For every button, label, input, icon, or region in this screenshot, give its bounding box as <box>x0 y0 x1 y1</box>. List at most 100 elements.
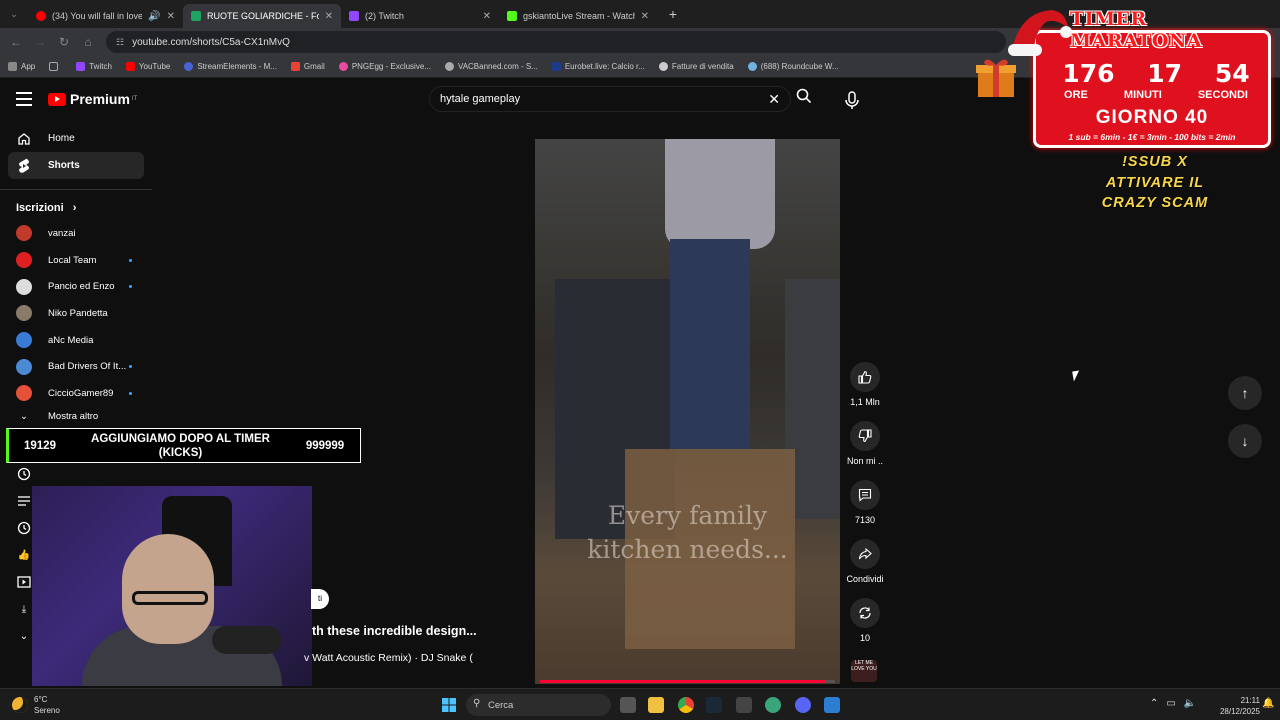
subscription-item[interactable]: Niko Pandetta <box>0 300 152 327</box>
file-explorer-icon[interactable] <box>648 697 664 713</box>
sound-thumbnail[interactable]: LET ME LOVE YOU <box>851 660 877 682</box>
bookmark-item[interactable] <box>49 62 62 71</box>
sidebar-item-history[interactable] <box>0 461 152 488</box>
notification-bell-icon[interactable]: 🔔 <box>1262 698 1274 709</box>
sidebar-item-shorts[interactable]: Shorts <box>8 152 144 179</box>
subscription-item[interactable]: aNc Media <box>0 327 152 354</box>
bookmark-item[interactable]: PNGEgg - Exclusive... <box>338 62 431 71</box>
share-icon <box>850 539 880 569</box>
clear-search-icon[interactable]: ✕ <box>768 91 780 108</box>
bookmark-item[interactable]: App <box>8 62 35 71</box>
bookmark-item[interactable]: StreamElements - M... <box>184 62 277 71</box>
subscription-item[interactable]: Pancio ed Enzo <box>0 273 152 300</box>
share-button[interactable]: Condividi <box>840 539 890 598</box>
scam-line: !SSUB X <box>1122 154 1188 170</box>
steam-icon[interactable] <box>706 697 722 713</box>
bookmark-item[interactable]: Fatture di vendita <box>658 62 734 71</box>
browser-tab[interactable]: (2) Twitch ✕ <box>341 4 499 28</box>
previous-short-button[interactable]: ↑ <box>1228 376 1262 410</box>
apps-grid-icon <box>8 62 17 71</box>
tab-list-chevron-icon[interactable]: ⌄ <box>0 9 28 20</box>
show-more-button[interactable]: ⌄ Mostra altro <box>0 407 152 427</box>
short-music-info[interactable]: v Watt Acoustic Remix) · DJ Snake ( <box>304 652 473 664</box>
kicks-goal: 999999 <box>305 439 345 452</box>
calculator-icon[interactable] <box>824 697 840 713</box>
discord-icon[interactable] <box>795 697 811 713</box>
bookmark-label: Eurobet.live: Calcio r... <box>564 62 645 71</box>
short-title[interactable]: th these incredible design... <box>312 624 477 638</box>
browser-tab[interactable]: gskiantoLive Stream - Watch Li ✕ <box>499 4 657 28</box>
taskbar-search[interactable]: ⚲ Cerca <box>466 694 611 716</box>
network-icon[interactable]: ▭ <box>1166 698 1175 709</box>
new-tab-plus-icon[interactable]: + <box>663 4 683 24</box>
tab-close-icon[interactable]: ✕ <box>635 11 649 22</box>
scam-line: CRAZY SCAM <box>1101 195 1209 211</box>
chevron-right-icon: › <box>72 202 77 214</box>
bookmark-item[interactable]: VACBanned.com - S... <box>444 62 538 71</box>
bookmark-item[interactable]: YouTube <box>125 62 170 71</box>
bookmark-item[interactable]: Eurobet.live: Calcio r... <box>551 62 645 71</box>
windows-start-icon[interactable] <box>441 697 457 713</box>
youtube-premium-logo[interactable]: Premium IT <box>48 91 137 107</box>
reload-icon[interactable]: ↻ <box>52 35 76 49</box>
channel-name: Bad Drivers Of It... <box>48 361 127 373</box>
bookmark-item[interactable]: Gmail <box>290 62 325 71</box>
timer-seconds: 54 <box>1214 59 1250 88</box>
system-clock[interactable]: 21:11 28/12/2025 <box>1200 695 1260 717</box>
share-label: Condividi <box>846 574 884 584</box>
forward-arrow-icon[interactable]: → <box>28 35 52 49</box>
like-button[interactable]: 1,1 Mln <box>840 362 890 421</box>
weather-widget[interactable]: 6°C Sereno <box>12 694 60 716</box>
subscription-item[interactable]: CiccioGamer89 <box>0 380 152 407</box>
search-button[interactable] <box>796 88 812 108</box>
app-icon[interactable] <box>765 697 781 713</box>
next-short-button[interactable]: ↓ <box>1228 424 1262 458</box>
sidebar-item-label: Shorts <box>48 160 80 171</box>
voice-search-button[interactable] <box>840 88 864 112</box>
microphone-icon <box>845 91 859 109</box>
eurobet-icon <box>551 62 561 71</box>
app-icon[interactable] <box>736 697 752 713</box>
tab-close-icon[interactable]: ✕ <box>477 11 491 22</box>
chevron-down-icon: ⌄ <box>20 411 28 423</box>
video-frame-shirt <box>665 139 775 249</box>
short-video-player[interactable]: Every family kitchen needs... <box>535 139 840 684</box>
subscriptions-heading[interactable]: Iscrizioni › <box>0 202 152 214</box>
subscribe-pill-fragment[interactable]: ti <box>311 589 329 609</box>
site-info-icon[interactable]: ☷ <box>116 37 124 48</box>
search-icon <box>796 88 812 104</box>
tab-audio-icon[interactable]: 🔊 <box>142 11 160 22</box>
home-page-icon[interactable]: ⌂ <box>76 35 100 49</box>
bookmark-item[interactable]: Twitch <box>76 62 112 71</box>
url-text: youtube.com/shorts/C5a-CX1nMvQ <box>132 36 290 48</box>
task-view-icon[interactable] <box>620 697 636 713</box>
subscription-item[interactable]: Bad Drivers Of It... <box>0 353 152 380</box>
sidebar-item-home[interactable]: Home <box>0 125 152 152</box>
browser-tab-active[interactable]: RUOTE GOLIARDICHE - Fogli G ✕ <box>183 4 341 28</box>
youtube-favicon-icon <box>36 11 46 21</box>
dislike-button[interactable]: Non mi .. <box>840 421 890 480</box>
search-input[interactable]: hytale gameplay ✕ <box>429 86 791 112</box>
volume-icon[interactable]: 🔈 <box>1184 698 1196 709</box>
back-arrow-icon[interactable]: ← <box>4 35 28 49</box>
subscription-item[interactable]: Local Team <box>0 247 152 274</box>
remix-button[interactable]: 10 <box>840 598 890 657</box>
tab-close-icon[interactable]: ✕ <box>161 11 175 22</box>
tab-title: gskiantoLive Stream - Watch Li <box>523 11 635 21</box>
subscription-item[interactable]: vanzai <box>0 220 152 247</box>
chrome-icon[interactable] <box>678 697 694 713</box>
channel-avatar <box>16 358 32 375</box>
comments-button[interactable]: 7130 <box>840 480 890 539</box>
address-bar[interactable]: ☷ youtube.com/shorts/C5a-CX1nMvQ <box>106 31 1006 53</box>
tab-title: (2) Twitch <box>365 11 404 21</box>
bookmark-item[interactable]: (688) Roundcube W... <box>747 62 839 71</box>
tab-close-icon[interactable]: ✕ <box>319 11 333 22</box>
video-progress-bar[interactable] <box>540 680 835 683</box>
youtube-icon <box>125 62 135 71</box>
browser-tab[interactable]: (34) You will fall in love wit 🔊 ✕ <box>28 4 183 28</box>
history-icon <box>16 466 32 482</box>
kicks-goal-bar: 19129 AGGIUNGIAMO DOPO AL TIMER (KICKS) … <box>6 428 361 463</box>
channel-name: Niko Pandetta <box>48 307 108 319</box>
hamburger-menu-icon[interactable] <box>16 92 32 106</box>
chevron-up-icon[interactable]: ⌃ <box>1150 698 1158 709</box>
